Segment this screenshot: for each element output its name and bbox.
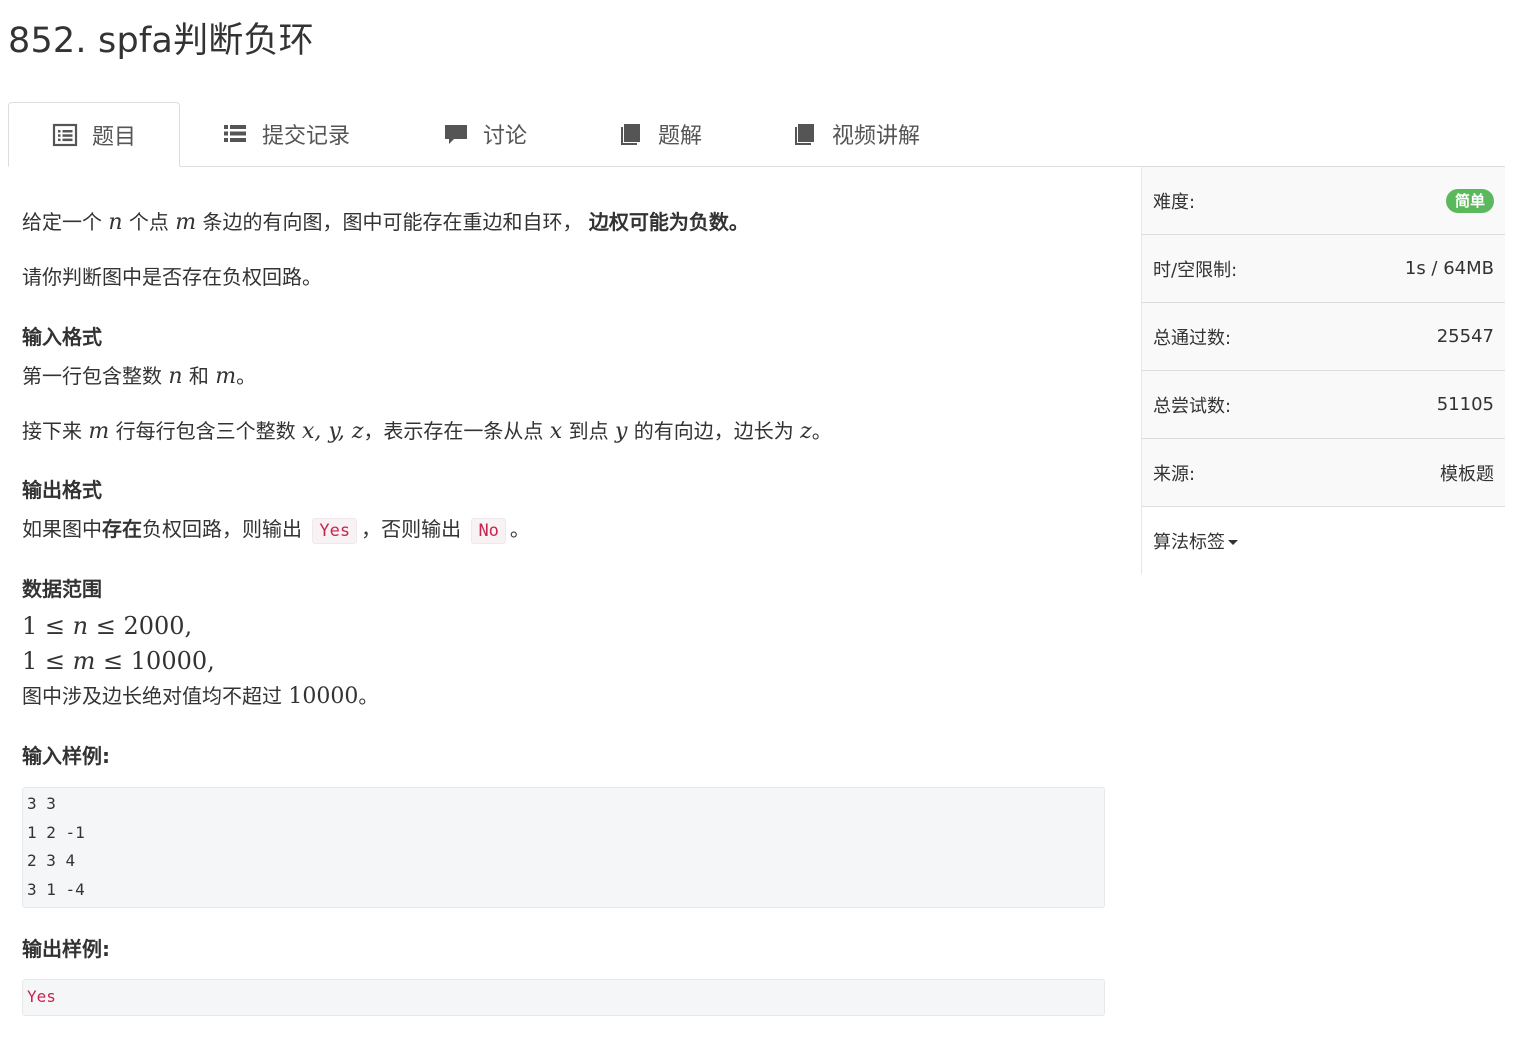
tab-video[interactable]: 视频讲解 — [792, 102, 920, 165]
difficulty-row: 难度: 简单 — [1142, 166, 1505, 234]
statement-paragraph-1: 给定一个 n 个点 m 条边的有向图，图中可能存在重边和自环， 边权可能为负数。 — [22, 210, 749, 235]
tab-submissions[interactable]: 提交记录 — [222, 102, 350, 165]
sample-input-heading: 输入样例: — [22, 744, 110, 768]
sample-output-heading: 输出样例: — [22, 937, 110, 961]
difficulty-label: 难度: — [1153, 191, 1196, 213]
math-var-n: n — [108, 210, 123, 235]
tab-problem[interactable]: 题目 — [8, 102, 180, 167]
sample-input-line: 2 3 4 — [27, 851, 76, 870]
source-value: 模板题 — [1440, 463, 1494, 485]
tried-value: 51105 — [1436, 394, 1494, 415]
book-icon — [792, 121, 818, 147]
sample-input-block: 3 3 1 2 -1 2 3 4 3 1 -4 — [22, 787, 1105, 908]
sample-input-line: 3 1 -4 — [27, 879, 85, 899]
negative-weight-note: 边权可能为负数 — [588, 210, 729, 234]
sample-input-line: 1 2 -1 — [27, 822, 85, 842]
tab-problem-label: 题目 — [91, 124, 136, 150]
comment-icon — [443, 121, 469, 147]
sample-input-line: 3 3 — [27, 794, 56, 813]
passed-value: 25547 — [1436, 326, 1494, 347]
problem-title: 852. spfa判断负环 — [8, 21, 314, 61]
sample-output-line: Yes — [27, 987, 56, 1006]
output-format-heading: 输出格式 — [22, 478, 102, 502]
input-format-line-1: 第一行包含整数 n 和 m。 — [22, 364, 257, 389]
tab-submissions-label: 提交记录 — [262, 123, 351, 149]
algorithm-tags-toggle[interactable]: 算法标签 — [1142, 506, 1505, 574]
range-line-3: 图中涉及边长绝对值均不超过 10000。 — [22, 684, 379, 709]
code-yes: Yes — [312, 518, 358, 544]
range-line-1: 1 ≤ n ≤ 2000, — [22, 612, 193, 640]
caret-down-icon — [1228, 540, 1238, 545]
algorithm-tags-label: 算法标签 — [1153, 531, 1225, 553]
sample-output-block: Yes — [22, 979, 1105, 1016]
book-icon — [618, 121, 644, 147]
problem-info-panel: 难度: 简单 时/空限制: 1s / 64MB 总通过数: 25547 总尝试数… — [1141, 166, 1505, 574]
range-line-2: 1 ≤ m ≤ 10000, — [22, 647, 215, 675]
tab-discussion-label: 讨论 — [483, 123, 528, 149]
limit-value: 1s / 64MB — [1404, 258, 1494, 279]
statement-paragraph-2: 请你判断图中是否存在负权回路。 — [22, 265, 322, 289]
tab-bar: 题目 提交记录 讨论 题解 视频讲解 — [8, 102, 1504, 167]
tab-solutions[interactable]: 题解 — [618, 102, 702, 165]
limit-row: 时/空限制: 1s / 64MB — [1142, 234, 1505, 302]
tried-row: 总尝试数: 51105 — [1142, 370, 1505, 438]
tab-solutions-label: 题解 — [658, 123, 703, 149]
math-var-m: m — [175, 210, 197, 235]
tab-discussion[interactable]: 讨论 — [443, 102, 527, 165]
limit-label: 时/空限制: — [1153, 259, 1238, 281]
output-format-line: 如果图中存在负权回路，则输出 Yes ，否则输出 No。 — [22, 515, 530, 545]
input-format-heading: 输入格式 — [22, 325, 102, 349]
list-icon — [222, 121, 248, 147]
code-no: No — [471, 518, 506, 544]
passed-label: 总通过数: — [1153, 327, 1232, 349]
input-format-line-2: 接下来 m 行每行包含三个整数 x, y, z，表示存在一条从点 x 到点 y … — [22, 419, 832, 444]
passed-row: 总通过数: 25547 — [1142, 302, 1505, 370]
list-alt-icon — [52, 122, 78, 148]
tried-label: 总尝试数: — [1153, 395, 1232, 417]
source-row: 来源: 模板题 — [1142, 438, 1505, 506]
source-label: 来源: — [1153, 463, 1196, 485]
data-range-heading: 数据范围 — [22, 577, 102, 601]
tab-video-label: 视频讲解 — [832, 123, 921, 149]
difficulty-badge: 简单 — [1445, 188, 1494, 213]
